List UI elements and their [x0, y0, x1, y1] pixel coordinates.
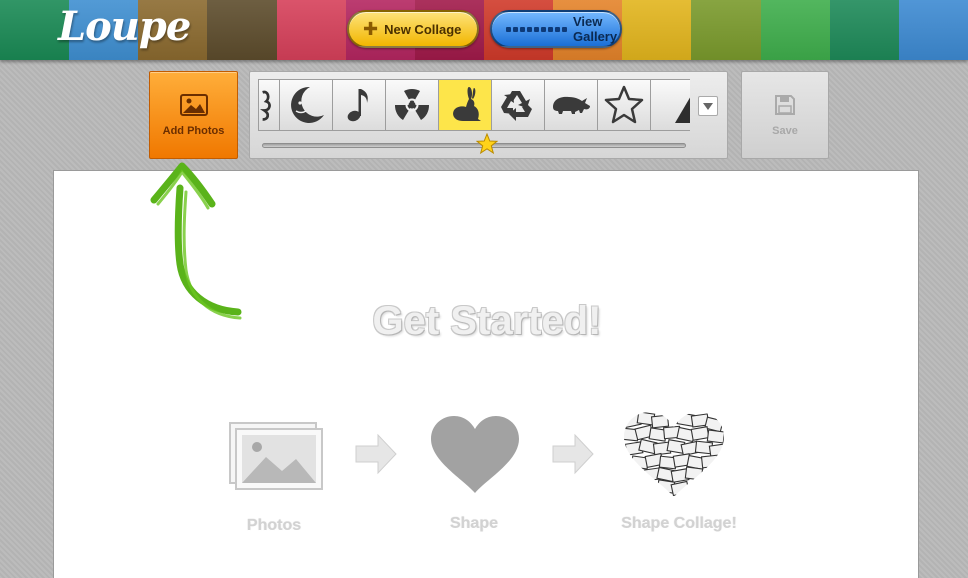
right-arrow-icon: [355, 433, 397, 475]
color-stripe: [898, 0, 968, 60]
woman-silhouette-icon: [259, 90, 271, 121]
shape-tile-rabbit[interactable]: [438, 79, 492, 131]
hand-drawn-arrow-icon: [150, 162, 242, 320]
floppy-disk-icon: [774, 94, 796, 119]
slider-star-handle-icon[interactable]: [476, 133, 498, 155]
color-stripe: [622, 0, 692, 60]
heart-icon: [431, 416, 519, 493]
music-note-icon: [347, 89, 368, 122]
chevron-down-icon: [703, 102, 713, 110]
step-label-shape: Shape: [449, 515, 498, 532]
shape-tile-radiation[interactable]: [385, 79, 439, 131]
right-arrow-icon: [552, 433, 594, 475]
top-bar: Loupe ✚ New Collage View Gallery: [0, 0, 968, 60]
shape-tile-rhino[interactable]: [544, 79, 598, 131]
radiation-icon: [394, 89, 430, 120]
photos-icon: [229, 422, 323, 490]
color-stripe: [207, 0, 277, 60]
rhino-icon: [553, 96, 590, 114]
add-photos-button[interactable]: Add Photos: [149, 71, 238, 159]
grid-icon: [506, 26, 567, 32]
image-icon: [179, 93, 208, 119]
step-label-shape-collage: Shape Collage!: [621, 515, 737, 532]
color-stripe: [691, 0, 761, 60]
plus-icon: ✚: [363, 19, 379, 39]
shape-dropdown-button[interactable]: [698, 96, 718, 116]
shape-tile-star-outline[interactable]: [597, 79, 651, 131]
moon-face-icon: [291, 86, 324, 123]
shape-strip: [258, 79, 690, 131]
shape-tile-triangle[interactable]: [650, 79, 690, 131]
shape-slider-track[interactable]: [262, 143, 686, 148]
step-label-photos: Photos: [246, 517, 302, 534]
heart-collage-icon: [624, 412, 724, 497]
save-button[interactable]: Save: [741, 71, 829, 159]
color-stripe: [760, 0, 830, 60]
save-label: Save: [772, 124, 798, 137]
add-photos-label: Add Photos: [162, 124, 225, 137]
new-collage-label: New Collage: [384, 21, 462, 37]
recycle-icon: [501, 91, 532, 121]
color-stripe: [276, 0, 346, 60]
view-gallery-label: View Gallery: [573, 14, 618, 44]
shape-picker: [249, 71, 728, 159]
logo[interactable]: Loupe: [58, 3, 191, 50]
triangle-icon: [675, 97, 690, 123]
new-collage-button[interactable]: ✚ New Collage: [347, 10, 479, 48]
shape-tile-music-note[interactable]: [332, 79, 386, 131]
color-stripe: [829, 0, 899, 60]
star-outline-icon: [604, 85, 644, 124]
shape-tile-moon-face[interactable]: [279, 79, 333, 131]
rabbit-icon: [453, 87, 481, 121]
shape-tile-woman-silhouette[interactable]: [258, 79, 280, 131]
shape-tile-recycle[interactable]: [491, 79, 545, 131]
view-gallery-button[interactable]: View Gallery: [490, 10, 622, 48]
